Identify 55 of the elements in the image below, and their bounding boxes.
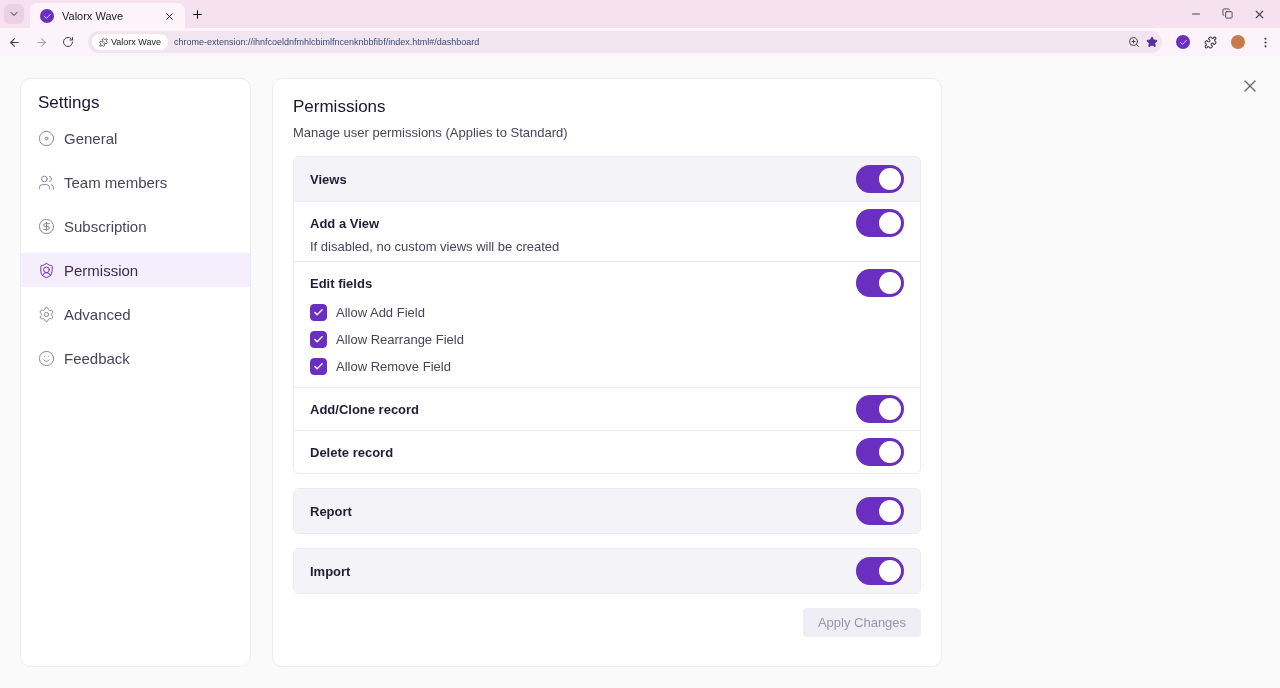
checkbox[interactable] [310, 358, 327, 375]
check-icon [313, 361, 324, 372]
permission-label: Add a View [310, 215, 380, 231]
sidebar-item[interactable]: Team members [21, 165, 250, 199]
permission-label: Edit fields [310, 275, 373, 291]
site-chip[interactable]: Valorx Wave [92, 34, 168, 50]
gear-icon [38, 305, 55, 323]
dollar-coin-icon [38, 217, 55, 235]
check-icon [313, 334, 324, 345]
people-icon [38, 173, 55, 191]
browser-tab[interactable]: Valorx Wave [30, 3, 185, 29]
checkbox-label: Allow Remove Field [336, 359, 451, 374]
group-label: Views [310, 171, 347, 187]
puzzle-icon [99, 37, 108, 47]
toggle-switch[interactable] [856, 165, 904, 193]
panel-title: Permissions [293, 97, 387, 117]
sidebar-item[interactable]: Permission [21, 253, 250, 287]
back-icon[interactable] [8, 35, 21, 49]
sidebar-item[interactable]: Subscription [21, 209, 250, 243]
sidebar-item[interactable]: Feedback [21, 341, 250, 375]
bookmark-star-icon[interactable] [1146, 36, 1158, 48]
toggle-switch[interactable] [856, 557, 904, 585]
group-label: Report [310, 503, 352, 519]
restore-icon[interactable] [1222, 7, 1233, 19]
toggle-switch[interactable] [856, 209, 904, 237]
sidebar-item[interactable]: General [21, 121, 250, 155]
check-icon [313, 307, 324, 318]
checkbox[interactable] [310, 331, 327, 348]
zoom-icon[interactable] [1128, 36, 1140, 48]
sidebar-item[interactable]: Advanced [21, 297, 250, 331]
toggle-switch[interactable] [856, 395, 904, 423]
close-tab-icon[interactable] [164, 10, 175, 22]
tab-list-button[interactable] [4, 4, 24, 24]
checkbox[interactable] [310, 304, 327, 321]
checkbox-label: Allow Add Field [336, 305, 425, 320]
panel-subtitle: Manage user permissions (Applies to Standard) [293, 125, 569, 140]
extensions-icon[interactable] [1204, 35, 1217, 49]
check-icon [1178, 37, 1188, 47]
circle-icon [38, 129, 55, 147]
extension-logo-icon[interactable] [1176, 35, 1190, 49]
toggle-switch[interactable] [856, 497, 904, 525]
shield-user-icon [38, 261, 55, 279]
smiley-icon [38, 349, 55, 367]
reload-icon[interactable] [62, 36, 74, 48]
group-label: Import [310, 563, 351, 579]
permission-description: If disabled, no custom views will be created [310, 239, 561, 254]
checkbox-label: Allow Rearrange Field [336, 332, 464, 347]
permission-label: Delete record [310, 444, 394, 460]
sidebar-title: Settings [37, 93, 101, 114]
toggle-switch[interactable] [856, 269, 904, 297]
url-field[interactable]: chrome-extension://ihnfcoeldnfmhlcbimlfncenknbbfibf/index.html#/dashboard [174, 37, 1122, 47]
new-tab-icon[interactable] [191, 7, 204, 21]
permission-label: Add/Clone record [310, 401, 420, 417]
toggle-switch[interactable] [856, 438, 904, 466]
profile-avatar-icon[interactable] [1231, 35, 1245, 49]
